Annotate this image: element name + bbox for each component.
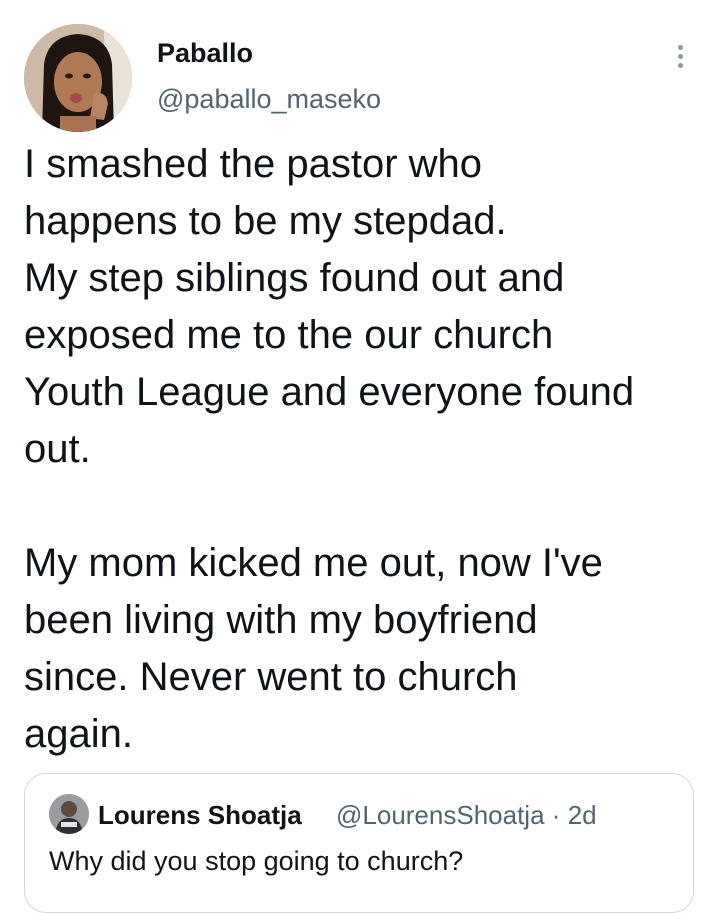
more-dot — [677, 44, 683, 50]
quoted-avatar-photo — [49, 794, 89, 834]
quoted-handle: @LourensShoatja — [336, 800, 545, 830]
author-handle[interactable]: @paballo_maseko — [157, 84, 381, 115]
quoted-display-name: Lourens Shoatja — [98, 800, 302, 830]
quoted-author-avatar — [49, 794, 89, 834]
tweet-text: I smashed the pastor who happens to be m… — [24, 142, 635, 756]
author-display-name[interactable]: Paballo — [157, 38, 253, 69]
quoted-text: Why did you stop going to church? — [49, 846, 464, 876]
quoted-time: 2d — [567, 800, 597, 830]
meta-separator: · — [551, 800, 561, 830]
more-dot — [677, 53, 683, 59]
more-dot — [677, 62, 683, 68]
author-avatar[interactable] — [24, 24, 132, 132]
quoted-meta: @LourensShoatja · 2d — [336, 800, 597, 831]
quoted-tweet[interactable]: Lourens Shoatja @LourensShoatja · 2d Why… — [24, 773, 694, 913]
avatar-photo — [24, 24, 132, 132]
more-options-icon[interactable] — [664, 38, 696, 74]
